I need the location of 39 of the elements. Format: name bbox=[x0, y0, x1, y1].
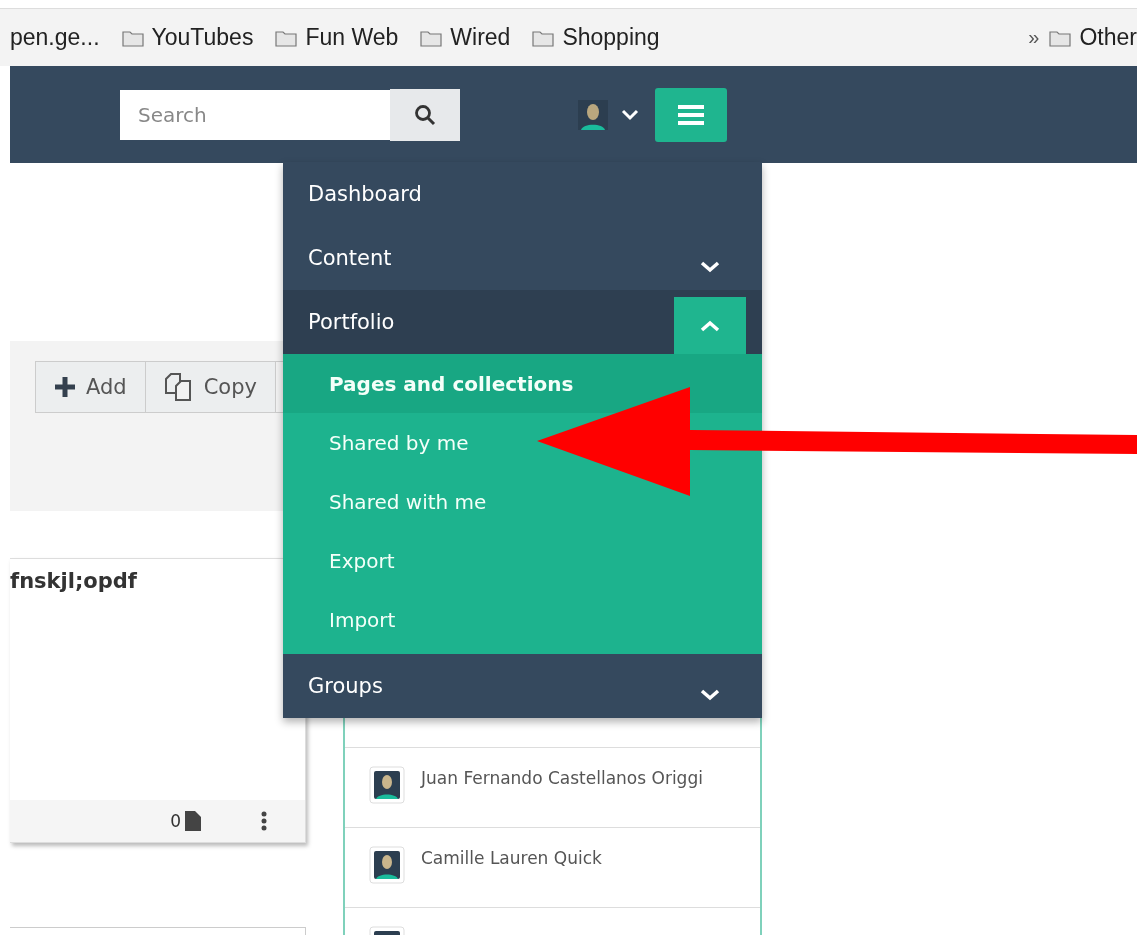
folder-icon bbox=[275, 28, 298, 47]
plus-icon bbox=[54, 376, 76, 398]
file-count: 0 bbox=[170, 811, 181, 831]
expand-toggle[interactable] bbox=[674, 297, 746, 354]
menu-item[interactable]: Portfolio bbox=[283, 290, 762, 354]
menu-button[interactable] bbox=[655, 87, 727, 142]
menu-item[interactable]: Groups bbox=[283, 654, 762, 718]
avatar-icon bbox=[576, 99, 610, 130]
menu-icon bbox=[677, 103, 705, 126]
menu-item[interactable]: Dashboard bbox=[283, 162, 762, 226]
chevron-down-icon bbox=[699, 259, 721, 274]
file-icon bbox=[185, 811, 201, 831]
search-icon bbox=[414, 103, 436, 126]
person-name[interactable]: Camille Lauren Quick bbox=[421, 846, 602, 868]
user-menu-button[interactable] bbox=[576, 99, 640, 130]
chevron-down-icon bbox=[620, 107, 640, 122]
bookmark[interactable]: Shopping bbox=[532, 24, 660, 51]
search-button[interactable] bbox=[390, 88, 460, 141]
bookmark[interactable]: Other bbox=[1049, 24, 1137, 51]
avatar-icon bbox=[369, 846, 405, 884]
toolbar-button[interactable]: Add bbox=[36, 362, 146, 412]
chevron-up-icon bbox=[699, 318, 721, 333]
folder-icon bbox=[532, 28, 555, 47]
bookmark[interactable]: Fun Web bbox=[275, 24, 399, 51]
bookmark[interactable]: pen.ge... bbox=[10, 24, 100, 51]
search-field[interactable]: Search bbox=[120, 89, 390, 140]
bookmark[interactable]: YouTubes bbox=[121, 24, 254, 51]
bookmark[interactable]: Wired bbox=[420, 24, 511, 51]
folder-icon bbox=[420, 28, 443, 47]
person-name[interactable]: Juan Fernando Castellanos Origgi bbox=[421, 766, 703, 788]
chevron-down-icon bbox=[699, 687, 721, 702]
folder-icon bbox=[121, 28, 144, 47]
more-options-icon[interactable] bbox=[261, 811, 267, 831]
menu-item[interactable]: Content bbox=[283, 226, 762, 290]
copy-icon bbox=[163, 373, 194, 401]
avatar-icon bbox=[369, 766, 405, 804]
folder-icon bbox=[1049, 28, 1072, 47]
more-bookmarks-chevron[interactable]: » bbox=[1028, 26, 1040, 49]
toolbar-button[interactable]: Copy bbox=[145, 362, 276, 412]
